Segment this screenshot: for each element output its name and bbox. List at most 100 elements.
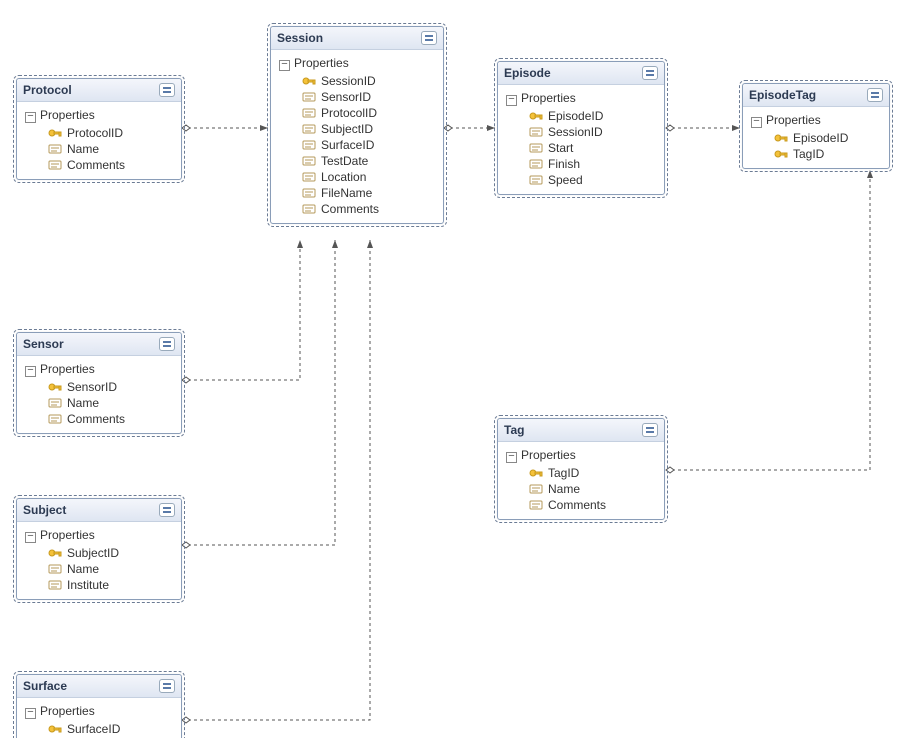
property-name: SessionID bbox=[548, 125, 603, 139]
property-list: TagIDNameComments bbox=[498, 465, 664, 513]
collapse-icon[interactable] bbox=[421, 31, 437, 45]
minus-icon[interactable]: − bbox=[25, 366, 36, 377]
property-item[interactable]: Name bbox=[47, 395, 173, 411]
entity-header[interactable]: Protocol bbox=[17, 79, 181, 102]
entity-subject[interactable]: Subject −Properties SubjectIDName Institu… bbox=[16, 498, 182, 600]
property-item[interactable]: Comments bbox=[301, 201, 435, 217]
property-item[interactable]: SurfaceID bbox=[47, 721, 173, 737]
entity-protocol[interactable]: Protocol −Properties ProtocolIDNameComme… bbox=[16, 78, 182, 180]
property-item[interactable]: Speed bbox=[528, 172, 656, 188]
properties-label: Properties bbox=[40, 362, 95, 376]
property-item[interactable]: ProtocolID bbox=[47, 125, 173, 141]
property-item[interactable]: Comments bbox=[47, 411, 173, 427]
collapse-icon[interactable] bbox=[867, 88, 883, 102]
collapse-icon[interactable] bbox=[159, 503, 175, 517]
diagram-canvas[interactable]: Protocol −Properties ProtocolIDNameComme… bbox=[0, 0, 919, 738]
scalar-icon bbox=[528, 482, 544, 496]
minus-icon[interactable]: − bbox=[25, 532, 36, 543]
property-name: Name bbox=[67, 562, 99, 576]
entity-header[interactable]: EpisodeTag bbox=[743, 84, 889, 107]
property-item[interactable]: Start bbox=[528, 140, 656, 156]
key-icon bbox=[301, 74, 317, 88]
property-item[interactable]: Finish bbox=[528, 156, 656, 172]
property-item[interactable]: SubjectID bbox=[301, 121, 435, 137]
entity-header[interactable]: Session bbox=[271, 27, 443, 50]
collapse-icon[interactable] bbox=[159, 679, 175, 693]
entity-header[interactable]: Tag bbox=[498, 419, 664, 442]
scalar-icon bbox=[47, 562, 63, 576]
property-item[interactable]: SurfaceID bbox=[301, 137, 435, 153]
collapse-icon[interactable] bbox=[642, 66, 658, 80]
entity-title: Surface bbox=[23, 679, 67, 693]
minus-icon[interactable]: − bbox=[506, 452, 517, 463]
property-name: TagID bbox=[548, 466, 579, 480]
property-name: ProtocolID bbox=[321, 106, 377, 120]
entity-title: Tag bbox=[504, 423, 524, 437]
scalar-icon bbox=[528, 141, 544, 155]
properties-section[interactable]: −Properties bbox=[17, 102, 181, 125]
properties-label: Properties bbox=[766, 113, 821, 127]
property-list: ProtocolIDNameComments bbox=[17, 125, 181, 173]
property-list: SurfaceID bbox=[17, 721, 181, 737]
property-item[interactable]: TagID bbox=[773, 146, 881, 162]
property-item[interactable]: Comments bbox=[528, 497, 656, 513]
property-item[interactable]: Institute bbox=[47, 577, 173, 593]
entity-header[interactable]: Episode bbox=[498, 62, 664, 85]
collapse-icon[interactable] bbox=[159, 337, 175, 351]
entity-header[interactable]: Subject bbox=[17, 499, 181, 522]
properties-section[interactable]: −Properties bbox=[17, 522, 181, 545]
property-item[interactable]: SubjectID bbox=[47, 545, 173, 561]
scalar-icon bbox=[47, 158, 63, 172]
properties-section[interactable]: −Properties bbox=[17, 356, 181, 379]
scalar-icon bbox=[528, 173, 544, 187]
property-item[interactable]: Location bbox=[301, 169, 435, 185]
properties-section[interactable]: −Properties bbox=[498, 442, 664, 465]
entity-header[interactable]: Sensor bbox=[17, 333, 181, 356]
property-item[interactable]: SessionID bbox=[301, 73, 435, 89]
key-icon bbox=[47, 380, 63, 394]
minus-icon[interactable]: − bbox=[25, 708, 36, 719]
property-item[interactable]: ProtocolID bbox=[301, 105, 435, 121]
properties-section[interactable]: −Properties bbox=[743, 107, 889, 130]
properties-label: Properties bbox=[40, 528, 95, 542]
property-item[interactable]: FileName bbox=[301, 185, 435, 201]
minus-icon[interactable]: − bbox=[751, 117, 762, 128]
property-item[interactable]: EpisodeID bbox=[528, 108, 656, 124]
properties-section[interactable]: −Properties bbox=[271, 50, 443, 73]
collapse-icon[interactable] bbox=[159, 83, 175, 97]
properties-section[interactable]: −Properties bbox=[498, 85, 664, 108]
property-item[interactable]: Name bbox=[47, 561, 173, 577]
property-item[interactable]: SensorID bbox=[47, 379, 173, 395]
property-name: Start bbox=[548, 141, 573, 155]
property-list: SensorIDNameComments bbox=[17, 379, 181, 427]
property-item[interactable]: TagID bbox=[528, 465, 656, 481]
property-item[interactable]: Name bbox=[47, 141, 173, 157]
scalar-icon bbox=[528, 125, 544, 139]
minus-icon[interactable]: − bbox=[279, 60, 290, 71]
property-name: Comments bbox=[548, 498, 606, 512]
property-item[interactable]: TestDate bbox=[301, 153, 435, 169]
property-name: FileName bbox=[321, 186, 372, 200]
property-item[interactable]: SensorID bbox=[301, 89, 435, 105]
property-item[interactable]: Name bbox=[528, 481, 656, 497]
key-icon bbox=[773, 147, 789, 161]
entity-episode[interactable]: Episode −Properties EpisodeIDSessionID St… bbox=[497, 61, 665, 195]
minus-icon[interactable]: − bbox=[506, 95, 517, 106]
entity-surface[interactable]: Surface −Properties SurfaceID bbox=[16, 674, 182, 738]
property-name: Institute bbox=[67, 578, 109, 592]
scalar-icon bbox=[47, 396, 63, 410]
property-item[interactable]: Comments bbox=[47, 157, 173, 173]
property-item[interactable]: EpisodeID bbox=[773, 130, 881, 146]
collapse-icon[interactable] bbox=[642, 423, 658, 437]
entity-header[interactable]: Surface bbox=[17, 675, 181, 698]
property-item[interactable]: SessionID bbox=[528, 124, 656, 140]
entity-sensor[interactable]: Sensor −Properties SensorIDNameComments bbox=[16, 332, 182, 434]
scalar-icon bbox=[301, 122, 317, 136]
entity-tag[interactable]: Tag −Properties TagIDNameComments bbox=[497, 418, 665, 520]
property-name: Speed bbox=[548, 173, 583, 187]
entity-episodetag[interactable]: EpisodeTag −Properties EpisodeIDTagID bbox=[742, 83, 890, 169]
minus-icon[interactable]: − bbox=[25, 112, 36, 123]
property-name: SessionID bbox=[321, 74, 376, 88]
properties-section[interactable]: −Properties bbox=[17, 698, 181, 721]
entity-session[interactable]: Session −Properties SessionIDSensorIDPro… bbox=[270, 26, 444, 224]
